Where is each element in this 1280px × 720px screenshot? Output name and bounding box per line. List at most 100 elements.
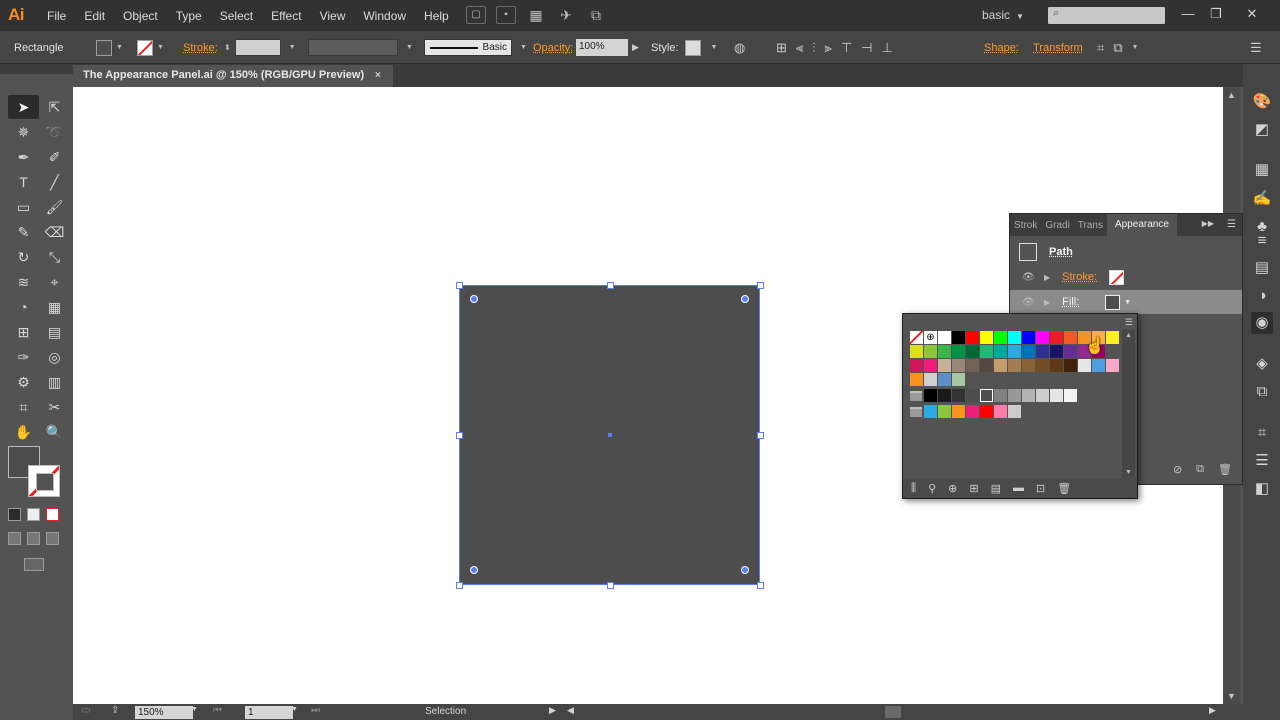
corner-widget[interactable]	[741, 295, 749, 303]
color-swatch[interactable]	[1064, 331, 1077, 344]
color-swatch[interactable]	[1008, 359, 1021, 372]
none-mode-icon[interactable]	[46, 508, 59, 521]
color-swatch[interactable]	[1106, 359, 1119, 372]
color-swatch[interactable]	[1064, 359, 1077, 372]
color-swatch[interactable]	[952, 331, 965, 344]
appearance-panel-icon[interactable]: ◉	[1251, 312, 1273, 334]
align-right-icon[interactable]: ⫸	[825, 40, 832, 56]
color-swatch[interactable]	[980, 359, 993, 372]
color-group-folder-icon[interactable]	[910, 391, 922, 401]
gradient-mode-icon[interactable]	[27, 508, 40, 521]
align-top-icon[interactable]: ⊤	[841, 40, 852, 56]
fill-stroke-widget[interactable]	[6, 443, 62, 499]
bounding-handle[interactable]	[607, 282, 614, 289]
gray-swatch[interactable]	[966, 389, 979, 402]
bounding-handle[interactable]	[757, 282, 764, 289]
status-menu-icon[interactable]: ▶	[549, 705, 556, 716]
brushes-panel-icon[interactable]: ✍	[1251, 188, 1273, 210]
swatches-panel-icon[interactable]: ▦	[1251, 159, 1273, 181]
transform-panel-link[interactable]: Transform	[1033, 42, 1083, 54]
color-swatch[interactable]	[1064, 345, 1077, 358]
none-swatch[interactable]	[910, 331, 923, 344]
gray-swatch[interactable]	[952, 389, 965, 402]
stroke-attribute-label[interactable]: Stroke:	[1062, 271, 1097, 283]
gray-swatch[interactable]	[994, 389, 1007, 402]
edit-color-group-icon[interactable]: ▤	[991, 482, 1001, 495]
color-swatch[interactable]	[938, 359, 951, 372]
tab-gradient[interactable]: Gradi	[1041, 220, 1073, 231]
align-left-icon[interactable]: ⫷	[796, 40, 803, 56]
new-color-group-icon[interactable]: ▬	[1013, 482, 1024, 494]
artboards-panel-icon[interactable]: ⧉	[1251, 381, 1273, 403]
opacity-expand-icon[interactable]: ▶	[632, 42, 639, 53]
swatch-options-icon[interactable]: ⊕	[948, 482, 957, 495]
scroll-down-icon[interactable]: ▼	[1125, 469, 1132, 476]
menu-window[interactable]: Window	[354, 9, 415, 23]
delete-swatch-icon[interactable]: 🗑	[1057, 482, 1071, 495]
appearance-stroke-row[interactable]: 👁 ▶ Stroke:	[1010, 265, 1242, 289]
bounding-handle[interactable]	[607, 582, 614, 589]
color-swatch[interactable]	[994, 345, 1007, 358]
horizontal-scroll-thumb[interactable]	[885, 706, 901, 718]
bright-swatch[interactable]	[966, 405, 979, 418]
fill-color-icon[interactable]	[1105, 294, 1121, 310]
expand-panel-icon[interactable]: ▶▶	[1202, 219, 1214, 228]
free-transform-tool-icon[interactable]: ⌖	[39, 270, 70, 294]
tab-transparency[interactable]: Trans	[1074, 220, 1107, 231]
color-swatch[interactable]	[966, 345, 979, 358]
rotate-tool-icon[interactable]: ↻	[8, 245, 39, 269]
gray-swatch[interactable]	[938, 389, 951, 402]
direct-selection-tool-icon[interactable]: ⇱	[39, 95, 70, 119]
new-swatch-icon[interactable]: ⊡	[1036, 482, 1045, 495]
bounding-handle[interactable]	[757, 582, 764, 589]
color-swatch[interactable]	[1106, 331, 1119, 344]
color-swatch[interactable]	[1036, 345, 1049, 358]
blend-tool-icon[interactable]: ◎	[39, 345, 70, 369]
tab-stroke[interactable]: Strok	[1010, 220, 1041, 231]
chevron-down-icon[interactable]: ▼	[291, 706, 298, 713]
scroll-up-icon[interactable]: ▲	[1227, 90, 1236, 100]
color-guide-icon[interactable]: ◩	[1251, 119, 1273, 141]
arrange-icon[interactable]: ⧉	[1113, 40, 1122, 56]
lasso-tool-icon[interactable]: ➰	[39, 120, 70, 144]
bounding-handle[interactable]	[757, 432, 764, 439]
chevron-down-icon[interactable]: ▼	[406, 44, 413, 51]
layers-panel-icon[interactable]: ◈	[1251, 353, 1273, 375]
corner-widget[interactable]	[470, 566, 478, 574]
scale-tool-icon[interactable]: ⤡	[39, 245, 70, 269]
stroke-panel-link[interactable]: Stroke:	[183, 42, 218, 54]
scroll-right-icon[interactable]: ▶	[1209, 705, 1216, 716]
menu-select[interactable]: Select	[211, 9, 262, 23]
opacity-panel-link[interactable]: Opacity:	[533, 42, 573, 54]
color-swatch[interactable]	[1022, 359, 1035, 372]
pencil-tool-icon[interactable]: ✎	[8, 220, 39, 244]
gradient-panel-icon[interactable]: ▤	[1251, 257, 1273, 279]
draw-inside-icon[interactable]	[46, 532, 59, 545]
color-swatch[interactable]	[1050, 345, 1063, 358]
selected-rectangle[interactable]	[456, 282, 764, 589]
gray-swatch[interactable]	[1036, 389, 1049, 402]
workspace-switcher[interactable]: basic ▼	[982, 8, 1024, 22]
color-swatch[interactable]	[966, 359, 979, 372]
first-artboard-icon[interactable]: ⏮	[213, 705, 222, 716]
color-swatch[interactable]	[1008, 331, 1021, 344]
bright-swatch[interactable]	[994, 405, 1007, 418]
scroll-up-icon[interactable]: ▲	[1125, 332, 1132, 339]
gray-swatch[interactable]	[1064, 389, 1077, 402]
popup-menu-icon[interactable]: ☰	[1125, 317, 1133, 328]
color-swatch[interactable]	[910, 345, 923, 358]
color-mode-icon[interactable]	[8, 508, 21, 521]
gray-swatch[interactable]	[924, 389, 937, 402]
chevron-down-icon[interactable]: ▼	[1132, 44, 1139, 51]
align-center-icon[interactable]: ⫶	[812, 40, 815, 56]
artboard-number-field[interactable]: 1	[245, 706, 293, 719]
align-panel-icon[interactable]: ☰	[1251, 450, 1273, 472]
eyedropper-tool-icon[interactable]: ✑	[8, 345, 39, 369]
last-artboard-icon[interactable]: ⏭	[311, 705, 320, 716]
slice-tool-icon[interactable]: ✂	[39, 395, 70, 419]
stroke-swatch[interactable]	[28, 465, 60, 497]
graphic-style-swatch[interactable]	[684, 39, 701, 56]
gray-swatch[interactable]	[1022, 389, 1035, 402]
control-panel-menu-icon[interactable]: ☰	[1250, 40, 1262, 56]
disclosure-triangle-icon[interactable]: ▶	[1044, 273, 1050, 282]
